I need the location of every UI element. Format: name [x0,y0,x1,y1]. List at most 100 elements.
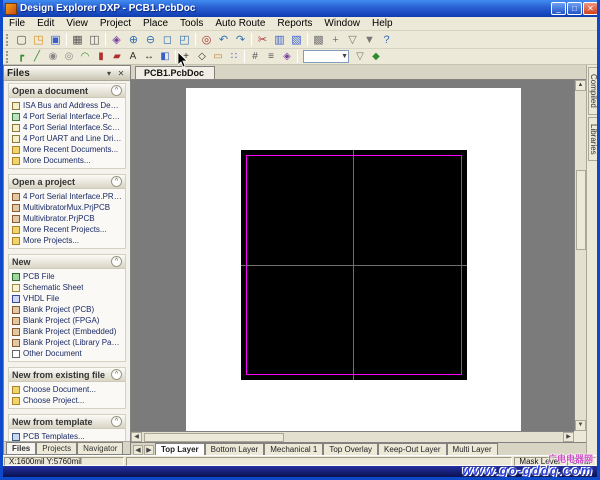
place-line-button[interactable]: ╱ [29,50,45,64]
set-origin-button[interactable]: ◇ [194,50,210,64]
panel-tab-projects[interactable]: Projects [36,442,77,454]
panel-tab-navigator[interactable]: Navigator [77,442,123,454]
list-item[interactable]: More Documents... [10,155,124,166]
pcb-sheet[interactable] [186,88,521,431]
zoom-out-button[interactable]: ⊖ [142,32,159,48]
section-header[interactable]: New from existing file^ [9,368,125,382]
vertical-scrollbar[interactable]: ▲ ▼ [574,80,586,431]
chevron-up-icon[interactable]: ^ [111,369,122,380]
minimize-button[interactable]: _ [551,2,566,15]
menu-item-project[interactable]: Project [94,17,137,30]
layer-tab-bottom-layer[interactable]: Bottom Layer [205,443,265,455]
horizontal-scroll-thumb[interactable] [144,433,284,442]
selection-filter-combo[interactable]: ▼ [303,50,349,63]
menu-item-auto-route[interactable]: Auto Route [209,17,271,30]
menu-item-file[interactable]: File [3,17,31,30]
menu-item-view[interactable]: View [60,17,94,30]
scroll-right-icon[interactable]: ▶ [563,432,574,442]
panel-close-icon[interactable]: ✕ [115,69,127,78]
menu-item-place[interactable]: Place [137,17,174,30]
scroll-left-icon[interactable]: ◀ [131,432,142,442]
place-pad-button[interactable]: ◉ [45,50,61,64]
list-item[interactable]: More Recent Projects... [10,224,124,235]
chevron-up-icon[interactable]: ^ [111,85,122,96]
paste-array-button[interactable]: ∷ [226,50,242,64]
list-item[interactable]: Blank Project (PCB) [10,304,124,315]
section-header[interactable]: New from template^ [9,415,125,429]
move-selection-button[interactable]: + [327,32,344,48]
find-selection-button[interactable]: ◈ [279,50,295,64]
list-item[interactable]: 4 Port Serial Interface.SchDoc [10,122,124,133]
list-item[interactable]: 4 Port Serial Interface.PcbDoc [10,111,124,122]
list-item[interactable]: Choose Project... [10,395,124,406]
zoom-area-button[interactable]: ◰ [176,32,193,48]
redo-button[interactable]: ↷ [232,32,249,48]
deselect-all-button[interactable]: ▽ [352,50,368,64]
toolbar-grip-handle[interactable] [6,34,10,46]
list-item[interactable]: More Recent Documents... [10,144,124,155]
new-document-button[interactable]: ▢ [13,32,30,48]
list-item[interactable]: 4 Port Serial Interface.PRJPCB [10,191,124,202]
layer-tab-top-overlay[interactable]: Top Overlay [323,443,378,455]
section-header[interactable]: New^ [9,255,125,269]
paste-button[interactable]: ▧ [288,32,305,48]
chevron-up-icon[interactable]: ^ [111,256,122,267]
place-dimension-button[interactable]: ↔ [141,50,157,64]
place-fill-button[interactable]: ▮ [93,50,109,64]
layer-tab-keep-out-layer[interactable]: Keep-Out Layer [378,443,446,455]
section-header[interactable]: Open a project^ [9,175,125,189]
interactive-routing-button[interactable]: ┏ [13,50,29,64]
save-document-button[interactable]: ▣ [47,32,64,48]
list-item[interactable]: Multivibrator.PrjPCB [10,213,124,224]
maximize-button[interactable]: □ [567,2,582,15]
list-item[interactable]: Choose Document... [10,384,124,395]
scroll-up-icon[interactable]: ▲ [575,80,586,91]
place-component-button[interactable]: ◧ [157,50,173,64]
arrange-components-button[interactable]: ≡ [263,50,279,64]
layer-scroll-right-icon[interactable]: ▶ [144,445,154,455]
vertical-scroll-thumb[interactable] [576,170,586,250]
list-item[interactable]: VHDL File [10,293,124,304]
filter-button[interactable]: ▼ [361,32,378,48]
horizontal-scrollbar[interactable]: ◀ ▶ [131,431,574,442]
list-item[interactable]: 4 Port UART and Line Drivers.SchDoc [10,133,124,144]
place-via-button[interactable]: ◎ [61,50,77,64]
scroll-down-icon[interactable]: ▼ [575,420,586,431]
select-area-button[interactable]: ▩ [310,32,327,48]
document-tab-pcb1[interactable]: PCB1.PcbDoc [135,66,215,79]
undo-button[interactable]: ↶ [215,32,232,48]
panel-tab-files[interactable]: Files [6,442,36,454]
list-item[interactable]: Schematic Sheet [10,282,124,293]
toolbar-grip-handle[interactable] [6,51,10,63]
place-room-button[interactable]: ▭ [210,50,226,64]
section-header[interactable]: Open a document^ [9,84,125,98]
place-string-button[interactable]: A [125,50,141,64]
print-preview-button[interactable]: ◫ [86,32,103,48]
place-polygon-button[interactable]: ▰ [109,50,125,64]
pcb-workspace[interactable] [131,80,574,431]
menu-item-window[interactable]: Window [318,17,366,30]
right-tab-libraries[interactable]: Libraries [588,117,599,162]
chevron-up-icon[interactable]: ^ [111,416,122,427]
files-panel-header[interactable]: Files ▾ ✕ [4,66,130,81]
print-button[interactable]: ▦ [69,32,86,48]
clear-filter-button[interactable]: ▽ [344,32,361,48]
layer-tab-mechanical-1[interactable]: Mechanical 1 [264,443,323,455]
zoom-in-button[interactable]: ⊕ [125,32,142,48]
chevron-up-icon[interactable]: ^ [111,176,122,187]
list-item[interactable]: More Projects... [10,235,124,246]
cross-probe-button[interactable]: ◎ [198,32,215,48]
layer-scroll-left-icon[interactable]: ◀ [133,445,143,455]
layer-tab-multi-layer[interactable]: Multi Layer [447,443,498,455]
menu-item-reports[interactable]: Reports [271,17,318,30]
list-item[interactable]: ISA Bus and Address Decoding.SchDoc [10,100,124,111]
list-item[interactable]: Other Document [10,348,124,359]
help-button[interactable]: ? [378,32,395,48]
right-tab-compiled[interactable]: Compiled [588,67,599,115]
list-item[interactable]: Blank Project (FPGA) [10,315,124,326]
layer-tab-top-layer[interactable]: Top Layer [155,443,205,455]
cut-button[interactable]: ✂ [254,32,271,48]
open-document-button[interactable]: ◳ [30,32,47,48]
board-view-button[interactable]: ◆ [368,50,384,64]
list-item[interactable]: Blank Project (Library Package) [10,337,124,348]
